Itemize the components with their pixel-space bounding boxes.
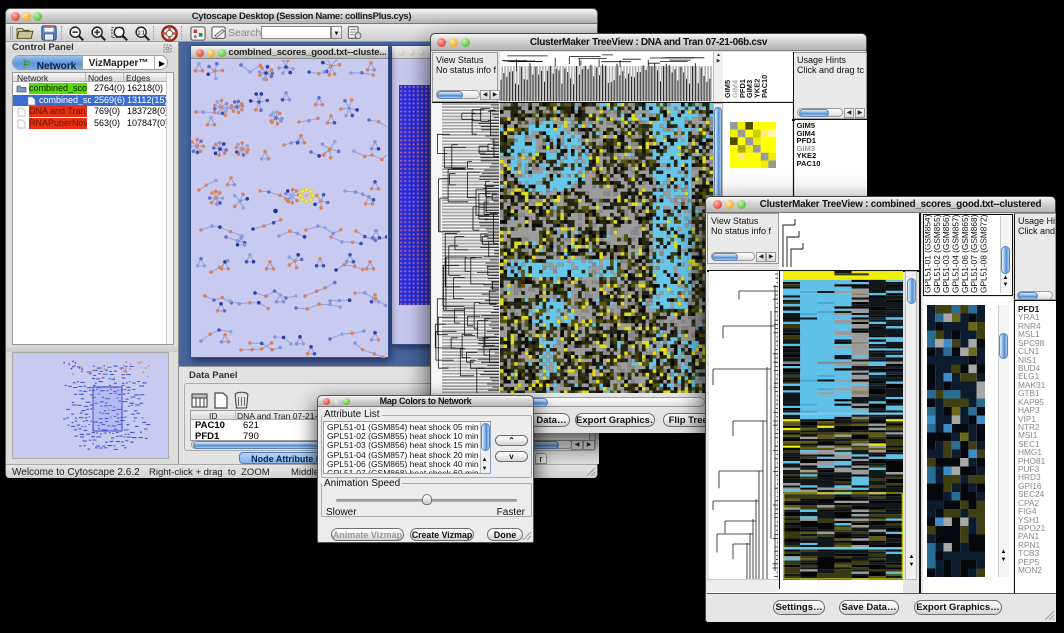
svg-text:PAC10: PAC10 — [760, 75, 769, 98]
svg-text:1:1: 1:1 — [138, 30, 145, 36]
svg-text:GPL51-08 (GSM872): GPL51-08 (GSM872) — [978, 214, 988, 293]
